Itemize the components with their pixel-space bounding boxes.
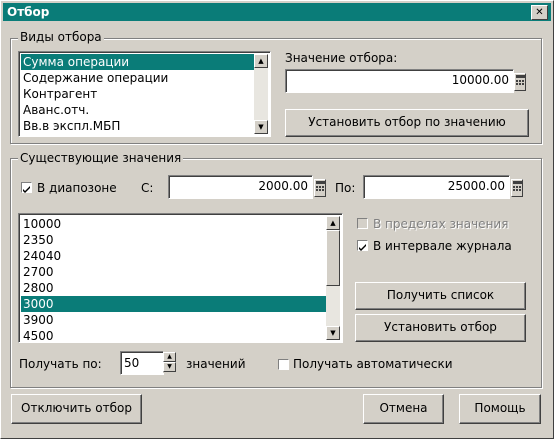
to-field[interactable]: 25000.00 bbox=[363, 175, 510, 199]
set-filter-by-value-button[interactable]: Установить отбор по значению bbox=[285, 109, 529, 137]
scroll-down-icon[interactable]: ▼ bbox=[326, 326, 340, 340]
values-list-item[interactable]: 2350 bbox=[21, 232, 326, 248]
from-value-text: 2000.00 bbox=[258, 179, 308, 193]
kinds-group-label: Виды отбора bbox=[18, 30, 104, 44]
filter-value-label: Значение отбора: bbox=[285, 51, 398, 65]
values-list-item[interactable]: 3000 bbox=[21, 296, 326, 312]
from-calculator-icon[interactable] bbox=[314, 179, 326, 197]
scroll-up-icon[interactable]: ▲ bbox=[326, 216, 340, 230]
auto-fetch-checkbox[interactable] bbox=[278, 359, 289, 370]
values-list-item[interactable]: 24040 bbox=[21, 248, 326, 264]
values-list-item[interactable]: 3900 bbox=[21, 312, 326, 328]
to-label: По: bbox=[335, 181, 356, 195]
fetch-by-value: 50 bbox=[124, 356, 140, 370]
cancel-button[interactable]: Отмена bbox=[363, 394, 444, 424]
disable-filter-button[interactable]: Отключить отбор bbox=[11, 394, 142, 424]
values-scrollbar[interactable]: ▲ ▼ bbox=[326, 216, 340, 340]
window-title: Отбор bbox=[7, 5, 50, 19]
help-button[interactable]: Помощь bbox=[459, 394, 541, 424]
values-list-item[interactable]: 10000 bbox=[21, 216, 326, 232]
close-button[interactable]: ✕ bbox=[531, 5, 548, 20]
calculator-icon[interactable] bbox=[514, 73, 526, 91]
fetch-by-field[interactable]: 50 bbox=[120, 351, 164, 375]
fetch-by-label: Получать по: bbox=[19, 357, 102, 371]
from-label: С: bbox=[141, 181, 154, 195]
values-list-item[interactable]: 2800 bbox=[21, 280, 326, 296]
kinds-list-item[interactable]: Содержание операции bbox=[21, 70, 254, 86]
journal-interval-label: В интервале журнала bbox=[373, 239, 512, 253]
scroll-thumb[interactable] bbox=[326, 230, 340, 286]
kinds-scrollbar[interactable]: ▲ ▼ bbox=[254, 54, 268, 134]
to-value-text: 25000.00 bbox=[447, 179, 505, 193]
range-checkbox-label: В диапозоне bbox=[37, 181, 117, 195]
kinds-list-item[interactable]: Контрагент bbox=[21, 86, 254, 102]
filter-value-field[interactable]: 10000.00 bbox=[285, 69, 514, 93]
values-list-item[interactable]: 4500 bbox=[21, 328, 326, 344]
filter-value-text: 10000.00 bbox=[451, 73, 509, 87]
fetch-by-spinner[interactable]: ▲ ▼ bbox=[163, 351, 176, 373]
set-filter-button[interactable]: Установить отбор bbox=[355, 314, 526, 342]
auto-fetch-label: Получать автоматически bbox=[293, 357, 453, 371]
from-field[interactable]: 2000.00 bbox=[168, 175, 313, 199]
within-value-label: В пределах значения bbox=[373, 217, 509, 231]
journal-interval-checkbox[interactable] bbox=[357, 240, 368, 251]
existing-values-group-label: Существующие значения bbox=[18, 151, 184, 165]
to-calculator-icon[interactable] bbox=[511, 179, 523, 197]
get-list-button[interactable]: Получить список bbox=[355, 282, 526, 310]
range-checkbox[interactable] bbox=[21, 182, 32, 193]
values-suffix: значений bbox=[186, 357, 246, 371]
kinds-list-item[interactable]: Сумма операции bbox=[21, 54, 254, 70]
kinds-list-item[interactable]: Вв.в экспл.МБП bbox=[21, 118, 254, 134]
spin-down-icon[interactable]: ▼ bbox=[163, 362, 176, 372]
values-list-item[interactable]: 2700 bbox=[21, 264, 326, 280]
within-value-checkbox[interactable] bbox=[357, 218, 368, 229]
kinds-listbox[interactable]: Сумма операции Содержание операции Контраг… bbox=[18, 51, 271, 137]
kinds-list-item[interactable]: Аванс.отч. bbox=[21, 102, 254, 118]
scroll-down-icon[interactable]: ▼ bbox=[254, 120, 268, 134]
scroll-up-icon[interactable]: ▲ bbox=[254, 54, 268, 68]
spin-up-icon[interactable]: ▲ bbox=[163, 352, 176, 362]
title-bar[interactable]: Отбор ✕ bbox=[3, 3, 551, 21]
filter-dialog: Отбор ✕ Виды отбора Сумма операции Содерж… bbox=[0, 0, 554, 439]
values-listbox[interactable]: 10000 2350 24040 2700 2800 3000 3900 4500 ▲ ▼ bbox=[18, 213, 343, 343]
close-icon: ✕ bbox=[535, 7, 544, 18]
